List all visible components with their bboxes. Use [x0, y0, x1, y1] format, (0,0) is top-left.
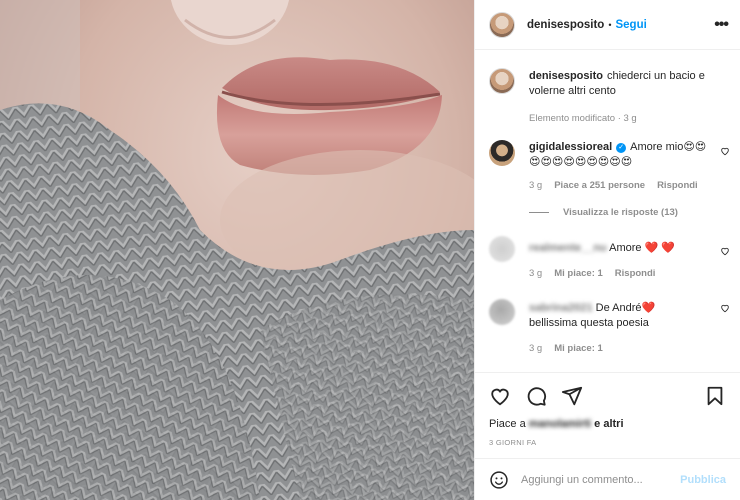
caption-avatar[interactable]	[489, 68, 515, 94]
add-comment-bar: Pubblica	[475, 458, 740, 500]
more-horizontal-icon[interactable]: •••	[714, 16, 729, 34]
publish-button[interactable]: Pubblica	[680, 474, 726, 486]
comment-age: 3 g	[529, 180, 543, 191]
likes-prefix: Piace a	[489, 418, 529, 430]
comment-username[interactable]: gigidalessioreal	[529, 141, 612, 153]
caption-username[interactable]: denisesposito	[529, 70, 603, 82]
comment-input[interactable]	[521, 473, 681, 486]
comment-avatar[interactable]	[489, 236, 515, 262]
comment-likes[interactable]: Mi piace: 1	[554, 341, 603, 356]
paper-plane-icon[interactable]	[561, 385, 583, 407]
post-header: denisesposito • Segui •••	[475, 0, 740, 50]
bookmark-icon[interactable]	[704, 385, 726, 407]
separator-dot: •	[608, 19, 612, 30]
post-date: 3 GIORNI FA	[489, 438, 537, 447]
reply-button[interactable]: Rispondi	[615, 266, 656, 281]
likes-suffix[interactable]: e altri	[591, 418, 623, 430]
caption-edited: Elemento modificato · 3 g	[529, 113, 637, 124]
heart-icon[interactable]	[489, 385, 511, 407]
replies-line	[529, 212, 549, 213]
reply-button[interactable]: Rispondi	[657, 178, 698, 193]
comment-avatar[interactable]	[489, 140, 515, 166]
post-actions	[475, 372, 740, 418]
caption: denisesposito chiederci un bacio e volern…	[475, 68, 740, 126]
like-comment-heart-icon[interactable]	[720, 303, 730, 313]
comment-age: 3 g	[529, 268, 543, 279]
comment-icon[interactable]	[525, 385, 547, 407]
post-side-panel: denisesposito • Segui ••• denisesposito c…	[474, 0, 740, 500]
like-comment-heart-icon[interactable]	[720, 246, 730, 256]
verified-badge-icon: ✓	[616, 143, 627, 153]
likes-summary[interactable]: Piace a manolamirti e altri	[475, 418, 740, 436]
follow-button[interactable]: Segui	[615, 19, 646, 31]
like-comment-heart-icon[interactable]	[720, 146, 730, 156]
likes-blurred-name[interactable]: manolamirti	[529, 418, 591, 430]
comment-likes[interactable]: Mi piace: 1	[554, 266, 603, 281]
author-avatar[interactable]	[489, 11, 515, 38]
comment-likes[interactable]: Piace a 251 persone	[554, 178, 645, 193]
comment-username[interactable]: realmente__nu	[529, 242, 607, 254]
comment-text-line2: bellissima questa poesia	[529, 317, 649, 329]
comment-text: Amore ❤️ ❤️	[609, 242, 676, 254]
comment-item: gigidalessioreal ✓ Amore mio😍😍😍😍😍😍😍😍😍😍😍 3 …	[475, 140, 740, 193]
author-username[interactable]: denisesposito	[527, 19, 604, 31]
comment-age: 3 g	[529, 343, 543, 354]
post-image	[0, 0, 474, 500]
comment-item: realmente__nu Amore ❤️ ❤️ 3 g Mi piace: …	[475, 236, 740, 281]
view-replies-label: Visualizza le risposte (13)	[563, 207, 678, 218]
view-replies-button[interactable]: Visualizza le risposte (13)	[529, 207, 740, 218]
comment-item: sabrina2021 De André❤️ bellissima questa…	[475, 299, 740, 356]
comments-list[interactable]: denisesposito chiederci un bacio e volern…	[475, 50, 740, 372]
comment-username[interactable]: sabrina2021	[529, 302, 593, 314]
post-photo[interactable]	[0, 0, 474, 500]
comment-text: De André	[595, 302, 642, 314]
comment-heart: ❤️	[641, 302, 656, 314]
comment-avatar[interactable]	[489, 299, 515, 325]
smiley-icon[interactable]	[489, 470, 509, 490]
